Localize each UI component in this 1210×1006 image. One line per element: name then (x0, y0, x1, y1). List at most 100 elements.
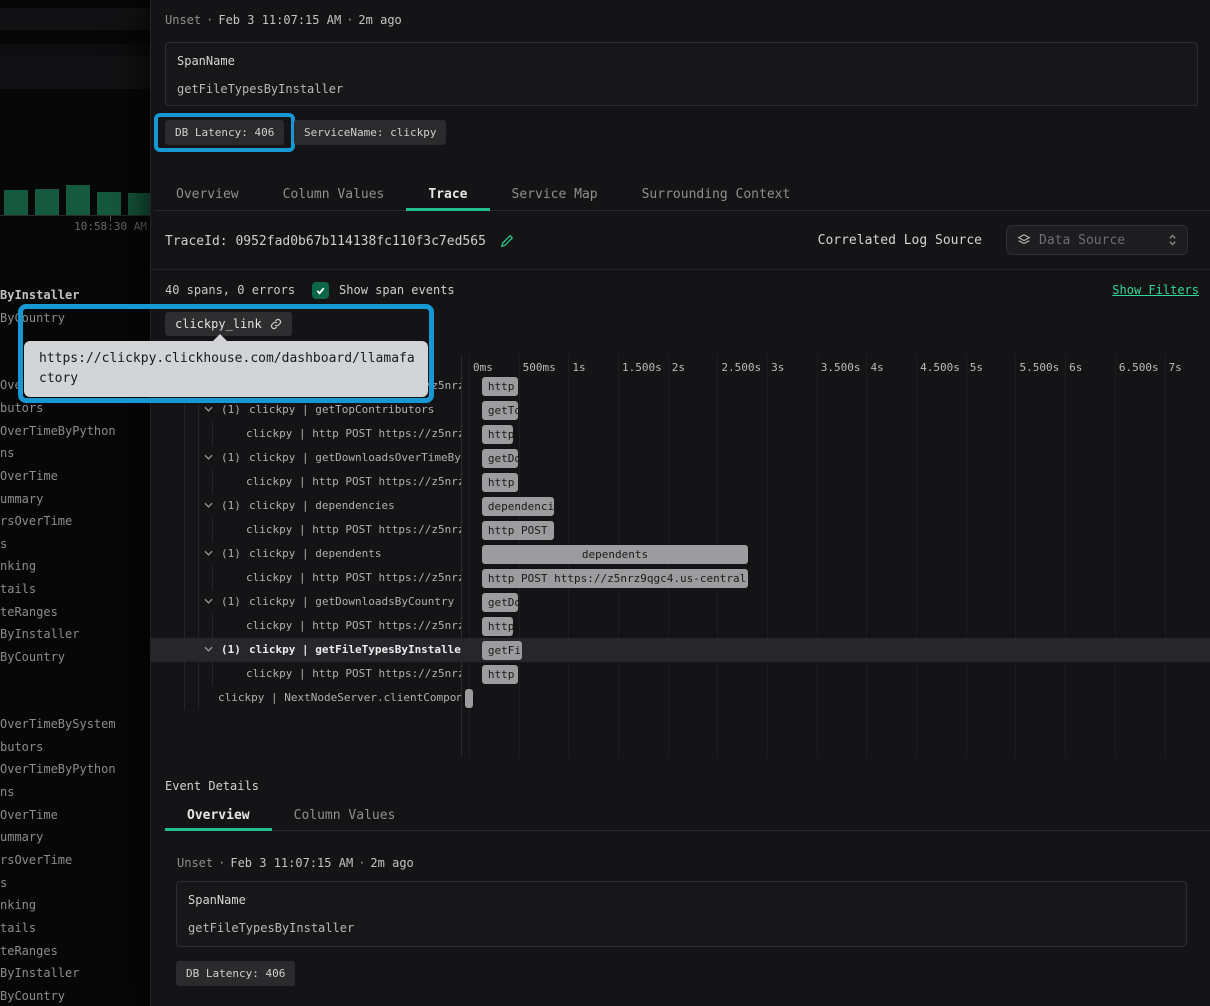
chevron-down-icon[interactable] (204, 502, 213, 508)
service-name-badge[interactable]: ServiceName: clickpy (294, 120, 446, 145)
span-label: clickpy | http POST https://z5nrz (246, 523, 461, 536)
tab-overview[interactable]: Overview (154, 181, 261, 210)
span-row[interactable]: clickpy | http POST https://z5nrz http PO… (151, 566, 1210, 590)
sidebar-item: ByCountry (0, 311, 65, 325)
tab-surrounding-context[interactable]: Surrounding Context (620, 181, 813, 210)
event-details-tabs: OverviewColumn Values (165, 803, 1210, 831)
span-event-count: (1) (221, 547, 241, 560)
span-duration-bar: http POST https://z5nrz (482, 425, 513, 444)
sidebar-item: teRanges (0, 944, 58, 958)
span-label: clickpy | NextNodeServer.clientCompone (218, 691, 461, 704)
span-row-name: clickpy | http POST https://z5nrz (151, 614, 461, 638)
mini-chart-bar (66, 185, 90, 215)
span-row[interactable]: (1)clickpy | dependentsdependents (151, 542, 1210, 566)
show-span-events-label: Show span events (339, 283, 455, 297)
span-row-name: (1)clickpy | getDownloadsOverTimeByS (151, 446, 461, 470)
span-duration-bar: getTopContributors (482, 401, 518, 420)
span-row[interactable]: clickpy | http POST https://z5nrzhttp PO… (151, 518, 1210, 542)
span-row[interactable]: clickpy | http POST https://z5nrzhttp PO… (151, 662, 1210, 686)
axis-tick-label: 5s (970, 361, 983, 374)
span-row-name: (1)clickpy | getTopContributors (151, 398, 461, 422)
tree-guide-line (212, 566, 213, 590)
chevron-down-icon[interactable] (204, 454, 213, 460)
sidebar-item: nking (0, 898, 36, 912)
chevron-down-icon[interactable] (204, 598, 213, 604)
span-row[interactable]: clickpy | NextNodeServer.clientCompone (151, 686, 1210, 710)
chevron-down-icon[interactable] (204, 550, 213, 556)
tab-trace[interactable]: Trace (406, 181, 489, 210)
show-filters-link[interactable]: Show Filters (1112, 283, 1199, 297)
span-bar-label: getFileTypesByInstaller (482, 641, 522, 660)
axis-tick-label: 2.500s (721, 361, 761, 374)
axis-tick-label: 2s (672, 361, 685, 374)
data-source-placeholder: Data Source (1039, 233, 1125, 248)
span-event-count: (1) (221, 403, 241, 416)
mini-chart-bar (4, 190, 28, 215)
link-icon (270, 318, 282, 330)
sidebar-item: teRanges (0, 605, 58, 619)
axis-tick-label: 0ms (473, 361, 493, 374)
mini-chart-bar (35, 189, 59, 215)
trace-id-row: TraceId: 0952fad0b67b114138fc110f3c7ed56… (165, 226, 514, 256)
span-name-label: SpanName (188, 893, 246, 907)
span-row[interactable]: (1)clickpy | dependenciesdependencies (151, 494, 1210, 518)
tab-column-values[interactable]: Column Values (261, 181, 407, 210)
db-latency-badge-bottom[interactable]: DB Latency: 406 (176, 961, 295, 986)
divider (151, 269, 1210, 270)
span-duration-bar (465, 689, 473, 708)
event-details-title: Event Details (165, 779, 259, 793)
span-label: clickpy | http POST https://z5nrz (246, 475, 461, 488)
span-row-name: clickpy | NextNodeServer.clientCompone (151, 686, 461, 710)
span-label: clickpy | http POST https://z5nrz (246, 571, 461, 584)
sidebar-item: rsOverTime (0, 514, 72, 528)
span-event-count: (1) (221, 643, 241, 656)
edit-pencil-icon[interactable] (500, 234, 514, 248)
tree-guide-line (212, 614, 213, 638)
tab-service-map[interactable]: Service Map (490, 181, 620, 210)
span-row[interactable]: (1)clickpy | getTopContributors getTopCon… (151, 398, 1210, 422)
span-duration-bar: http POST https://z5nrz9qgc4.us-central (482, 569, 748, 588)
axis-tick-label: 3.500s (821, 361, 861, 374)
sidebar-item: OverTime (0, 808, 58, 822)
span-row[interactable]: clickpy | http POST https://z5nrz http PO… (151, 614, 1210, 638)
span-row[interactable]: clickpy | http POST https://z5nrz http PO… (151, 422, 1210, 446)
span-row[interactable]: clickpy | http POST https://z5nrzhttp PO… (151, 470, 1210, 494)
tooltip-url-line1: https://clickpy.clickhouse.com/dashboard… (39, 349, 428, 369)
event-meta-bottom: Unset·Feb 3 11:07:15 AM·2m ago (177, 856, 414, 870)
sidebar-item: OverTimeByPython (0, 762, 116, 776)
span-duration-bar: http POST https://z5nrz (482, 617, 513, 636)
span-event-count: (1) (221, 451, 241, 464)
correlated-log-source-label: Correlated Log Source (818, 233, 982, 248)
trace-flyout-panel: Unset·Feb 3 11:07:15 AM·2m ago SpanName … (150, 0, 1210, 1006)
tree-guide-line (212, 470, 213, 494)
tab-overview[interactable]: Overview (165, 803, 272, 830)
span-name-box: SpanName getFileTypesByInstaller (165, 42, 1198, 106)
span-row[interactable]: (1)clickpy | getDownloadsOverTimeBySgetD… (151, 446, 1210, 470)
span-name-label: SpanName (177, 54, 235, 68)
span-label: clickpy | getFileTypesByInstaller (249, 643, 461, 656)
tab-column-values[interactable]: Column Values (272, 803, 418, 830)
show-span-events-checkbox[interactable] (312, 282, 329, 299)
chevron-updown-icon (1168, 232, 1177, 248)
span-duration-bar: dependencies (482, 497, 554, 516)
span-bar-label: http POST https://z5nrz (482, 377, 518, 396)
span-name-box-bottom: SpanName getFileTypesByInstaller (176, 881, 1187, 947)
chevron-down-icon[interactable] (204, 646, 213, 652)
mini-chart-time-label: 10:58:30 AM (0, 220, 147, 233)
span-duration-bar: getDownloadsByCountry (482, 593, 518, 612)
span-label: clickpy | http POST https://z5nrz (246, 427, 461, 440)
separator: · (353, 856, 370, 870)
span-bar-label: dependencies (482, 497, 554, 516)
data-source-select[interactable]: Data Source (1006, 225, 1188, 255)
clickpy-link-chip[interactable]: clickpy_link (165, 312, 292, 336)
chevron-down-icon (204, 406, 213, 412)
chevron-down-icon[interactable] (204, 406, 213, 412)
mini-chart-axis (0, 215, 150, 216)
axis-tick-label: 5.500s (1019, 361, 1059, 374)
db-latency-badge[interactable]: DB Latency: 406 (165, 120, 284, 145)
span-row[interactable]: (1) clickpy | getFileTypesByInstaller getF… (151, 638, 1210, 662)
axis-tick-label: 4.500s (920, 361, 960, 374)
span-row-name: clickpy | http POST https://z5nrz (151, 422, 461, 446)
span-row[interactable]: (1)clickpy | getDownloadsByCountrygetDow… (151, 590, 1210, 614)
sidebar-item: ByInstaller (0, 966, 79, 980)
